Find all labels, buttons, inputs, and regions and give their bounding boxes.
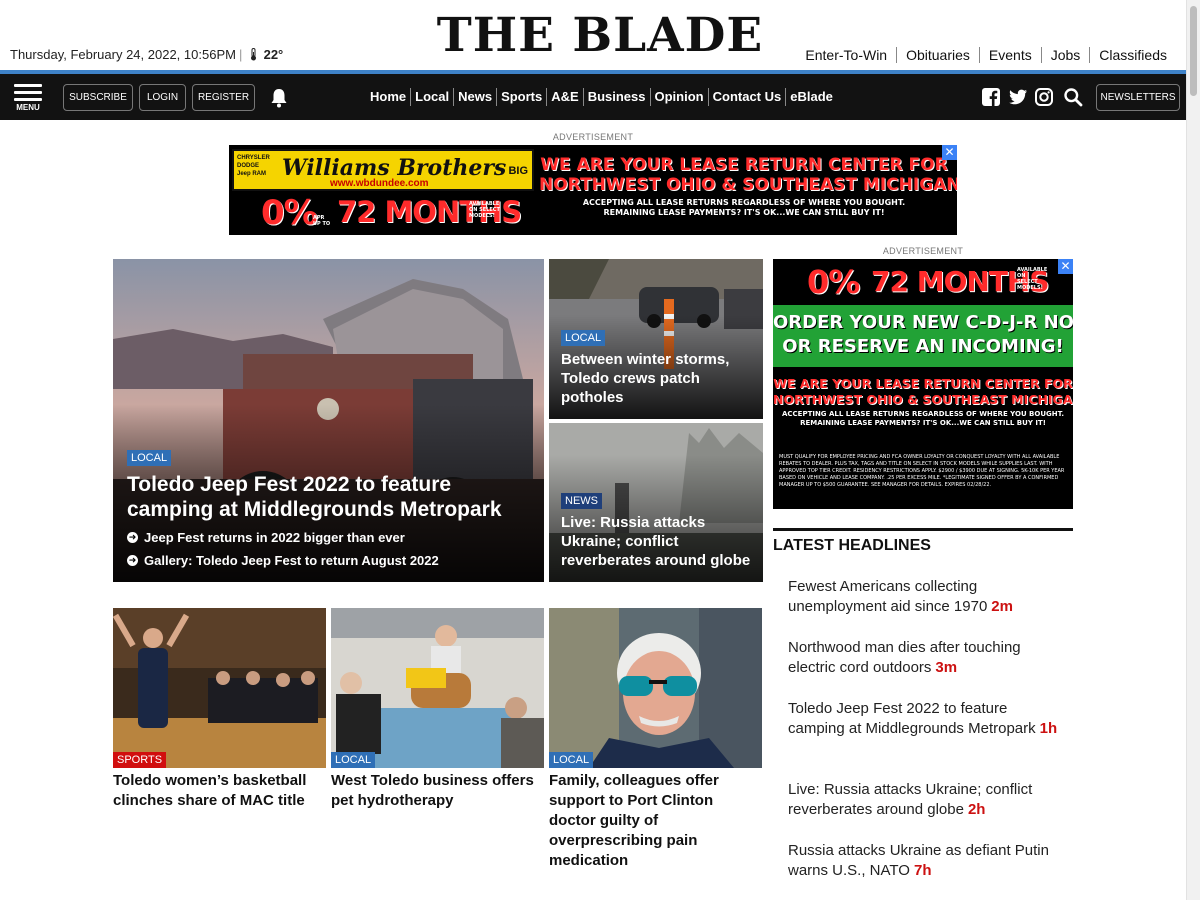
headline-item[interactable]: Toledo Jeep Fest 2022 to feature camping… [788,699,1063,739]
ad-rate: 0% [261,193,318,233]
twitter-icon[interactable] [1008,87,1028,107]
side-story-ukraine[interactable]: NEWS Live: Russia attacks Ukraine; confl… [549,423,763,582]
ad-close-icon[interactable]: ✕ [1058,259,1073,274]
ad-fine-print: MUST QUALIFY FOR EMPLOYEE PRICING AND FC… [779,454,1065,488]
ad-headline-2: NORTHWEST OHIO & SOUTHEAST MICHIGAN! [773,392,1073,407]
top-link-enter-to-win[interactable]: Enter-To-Win [796,47,896,63]
headline-age: 1h [1039,720,1058,737]
nav-business[interactable]: Business [582,88,650,106]
headline-age: 7h [913,862,932,879]
ad-rate: 0% [807,263,860,301]
bell-icon[interactable] [270,88,288,108]
top-link-obituaries[interactable]: Obituaries [896,47,979,63]
menu-label: MENU [16,103,40,112]
hydrotherapy-photo [331,608,544,768]
section-nav: Home Local News Sports A&E Business Opin… [370,88,837,106]
arrow-right-icon: ➜ [127,555,138,566]
arrow-right-icon: ➜ [127,532,138,543]
facebook-icon[interactable] [981,87,1001,107]
top-link-events[interactable]: Events [978,47,1041,63]
top-links: Enter-To-Win Obituaries Events Jobs Clas… [796,47,1167,63]
story-category-tag[interactable]: LOCAL [127,450,172,466]
story-category-tag[interactable]: LOCAL [549,752,594,768]
story-category-tag[interactable]: LOCAL [331,752,376,768]
banner-advertisement[interactable]: CHRYSLER DODGE Jeep RAM Williams Brother… [229,145,957,235]
ad-close-icon[interactable]: ✕ [942,145,957,160]
menu-button[interactable]: MENU [14,84,42,112]
related-link[interactable]: ➜ Jeep Fest returns in 2022 bigger than … [127,530,530,545]
story-headline[interactable]: Live: Russia attacks Ukraine; conflict r… [561,513,751,570]
doctor-photo [549,608,762,768]
headline-age: 2h [967,801,986,818]
nav-opinion[interactable]: Opinion [649,88,708,106]
latest-headlines-heading: LATEST HEADLINES [773,528,1073,555]
nav-local[interactable]: Local [410,88,453,106]
headline-age: 2m [991,598,1013,615]
story-hydrotherapy-photo[interactable]: LOCAL [331,608,544,768]
top-link-classifieds[interactable]: Classifieds [1089,47,1167,63]
headline-item[interactable]: Fewest Americans collecting unemployment… [788,577,1063,617]
related-link[interactable]: ➜ Gallery: Toledo Jeep Fest to return Au… [127,553,530,568]
nav-ae[interactable]: A&E [546,88,582,106]
instagram-icon[interactable] [1034,87,1054,107]
hero-headline[interactable]: Toledo Jeep Fest 2022 to feature camping… [127,472,530,522]
ad-headline-1: WE ARE YOUR LEASE RETURN CENTER FOR [773,376,1073,391]
story-basketball-photo[interactable]: SPORTS [113,608,326,768]
headline-item[interactable]: Russia attacks Ukraine as defiant Putin … [788,841,1063,881]
main-navbar: MENU SUBSCRIBE LOGIN REGISTER Home Local… [0,70,1186,120]
login-button[interactable]: LOGIN [139,84,186,111]
nav-contact-us[interactable]: Contact Us [707,88,786,106]
nav-sports[interactable]: Sports [496,88,546,106]
story-doctor-photo[interactable]: LOCAL [549,608,762,768]
ad-label: ADVERTISEMENT [552,132,634,142]
newsletters-button[interactable]: NEWSLETTERS [1096,84,1180,111]
search-icon[interactable] [1063,87,1083,107]
headline-age: 3m [935,659,958,676]
register-button[interactable]: REGISTER [192,84,255,111]
side-story-potholes[interactable]: LOCAL Between winter storms, Toledo crew… [549,259,763,419]
ad-label: ADVERTISEMENT [882,246,964,256]
top-link-jobs[interactable]: Jobs [1040,47,1090,63]
headline-item[interactable]: Live: Russia attacks Ukraine; conflict r… [788,780,1063,820]
nav-news[interactable]: News [453,88,496,106]
story-category-tag[interactable]: NEWS [561,493,602,509]
story-category-tag[interactable]: SPORTS [113,752,167,768]
ad-headline-1: WE ARE YOUR LEASE RETURN CENTER FOR [540,155,948,175]
story-category-tag[interactable]: LOCAL [561,330,606,346]
basketball-photo [113,608,326,768]
story-headline[interactable]: Between winter storms, Toledo crews patc… [561,350,751,407]
williams-brothers-logo: CHRYSLER DODGE Jeep RAM Williams Brother… [232,149,534,191]
subscribe-button[interactable]: SUBSCRIBE [63,84,133,111]
side-advertisement[interactable]: 0% 72 MONTHS AVAILABLE ON SELECT MODELS!… [773,259,1073,509]
ad-headline-2: NORTHWEST OHIO & SOUTHEAST MICHIGAN! [539,175,957,195]
story-headline[interactable]: Toledo women’s basketball clinches share… [113,771,326,811]
story-headline[interactable]: West Toledo business offers pet hydrothe… [331,771,544,811]
hamburger-icon [14,84,42,87]
headline-item[interactable]: Northwood man dies after touching electr… [788,638,1063,678]
story-headline[interactable]: Family, colleagues offer support to Port… [549,771,749,871]
scrollbar-thumb[interactable] [1190,6,1197,96]
nav-home[interactable]: Home [370,88,410,106]
masthead: Thursday, February 24, 2022, 10:56PM | 22… [0,0,1186,72]
ad-green-banner: ORDER YOUR NEW C-D-J-R NOW OR RESERVE AN… [773,305,1073,367]
nav-eblade[interactable]: eBlade [785,88,837,106]
hero-story[interactable]: LOCAL Toledo Jeep Fest 2022 to feature c… [113,259,544,582]
page-scrollbar[interactable] [1186,0,1200,900]
